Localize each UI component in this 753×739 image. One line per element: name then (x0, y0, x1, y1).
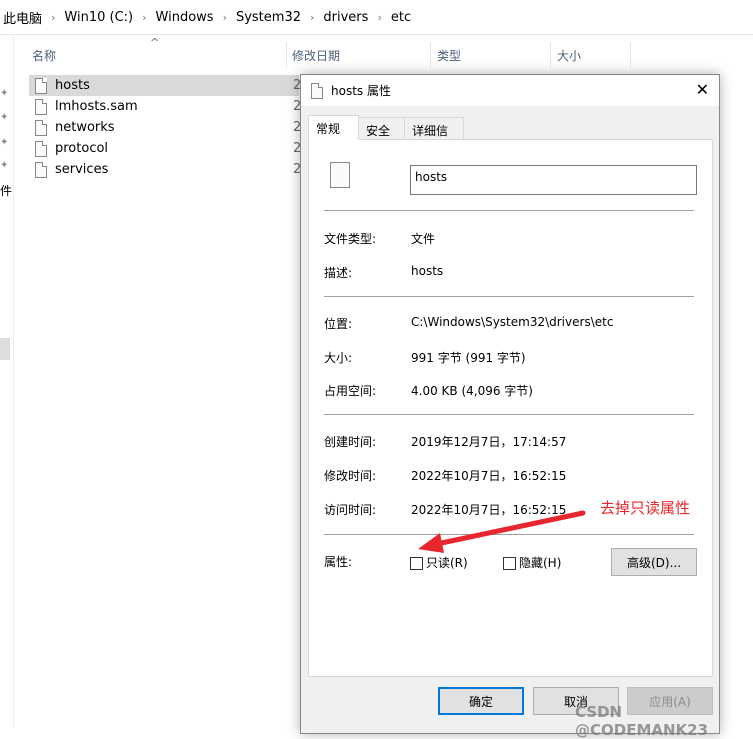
chevron-right-icon: › (222, 10, 227, 24)
file-name: protocol (55, 141, 109, 156)
chevron-right-icon: › (310, 10, 315, 24)
dialog-titlebar[interactable]: hosts 属性 ✕ (301, 75, 719, 106)
size-value: 991 字节 (991 字节) (411, 351, 526, 365)
column-divider[interactable] (550, 42, 551, 68)
size-on-disk-value: 4.00 KB (4,096 字节) (411, 384, 533, 398)
ok-button[interactable]: 确定 (438, 687, 524, 715)
modified-value: 2022年10月7日，16:52:15 (411, 469, 567, 483)
file-icon (35, 140, 47, 157)
tab-security[interactable]: 安全 (358, 117, 405, 139)
file-icon (35, 161, 47, 178)
chevron-right-icon: › (377, 10, 382, 24)
description-value: hosts (411, 264, 444, 278)
checkbox-box[interactable] (410, 557, 423, 570)
divider (324, 414, 694, 415)
location-label: 位置: (324, 317, 353, 331)
file-row[interactable]: networks 2 (29, 117, 301, 138)
file-icon (311, 82, 323, 99)
annotation-arrow (418, 510, 586, 553)
pin-icon: ✦ (0, 88, 9, 99)
file-name: hosts (55, 78, 90, 93)
file-icon (35, 77, 47, 94)
column-modified[interactable]: 修改日期 (292, 40, 340, 70)
breadcrumb-this-pc[interactable]: 此电脑 (3, 8, 42, 27)
nav-scroll-marker (0, 338, 10, 360)
column-divider[interactable] (630, 42, 631, 68)
breadcrumb-windows[interactable]: Windows (156, 10, 214, 25)
accessed-label: 访问时间: (324, 503, 377, 517)
close-icon[interactable]: ✕ (696, 80, 709, 99)
tab-details[interactable]: 详细信息 (404, 117, 464, 155)
created-value: 2019年12月7日，17:14:57 (411, 435, 567, 449)
chevron-right-icon: › (51, 10, 56, 24)
watermark: CSDN @CODEMANK23 (575, 703, 709, 739)
file-name: lmhosts.sam (55, 99, 138, 114)
sort-ascending-icon: ^ (150, 36, 160, 49)
file-type-label: 文件类型: (324, 232, 377, 246)
divider (324, 296, 694, 297)
location-value: C:\Windows\System32\drivers\etc (411, 315, 614, 329)
breadcrumb: 此电脑 › Win10 (C:) › Windows › System32 › driv… (0, 0, 753, 35)
file-type-value: 文件 (411, 232, 436, 246)
file-name: networks (55, 120, 115, 135)
breadcrumb-etc[interactable]: etc (391, 10, 411, 25)
readonly-checkbox[interactable]: 只读(R) (410, 554, 468, 571)
properties-dialog: hosts 属性 ✕ 常规 安全 详细信息 hosts 文件类型: 文件 描述:… (300, 74, 720, 734)
file-icon (35, 98, 47, 115)
readonly-label: 只读(R) (426, 556, 468, 570)
column-type[interactable]: 类型 (437, 40, 461, 70)
file-row[interactable]: lmhosts.sam 2 (29, 96, 301, 117)
chevron-right-icon: › (142, 10, 147, 24)
created-label: 创建时间: (324, 435, 377, 449)
pin-icon: ✦ (0, 112, 9, 123)
file-row[interactable]: services 2 (29, 159, 301, 180)
modified-label: 修改时间: (324, 469, 377, 483)
description-label: 描述: (324, 266, 353, 280)
breadcrumb-system32[interactable]: System32 (236, 10, 301, 25)
arrow-head (418, 533, 444, 553)
column-divider[interactable] (286, 42, 287, 68)
breadcrumb-drive[interactable]: Win10 (C:) (64, 10, 133, 25)
file-name: services (55, 162, 109, 177)
tab-general[interactable]: 常规 (308, 115, 359, 140)
column-name[interactable]: 名称 (32, 40, 56, 70)
hidden-checkbox[interactable]: 隐藏(H) (503, 554, 561, 571)
annotation-text: 去掉只读属性 (600, 499, 691, 517)
divider (324, 210, 694, 211)
advanced-button[interactable]: 高级(D)... (611, 548, 697, 576)
filename-input[interactable]: hosts (410, 165, 697, 195)
checkbox-box[interactable] (503, 557, 516, 570)
file-large-icon (330, 162, 350, 188)
size-on-disk-label: 占用空间: (324, 384, 377, 398)
column-divider[interactable] (430, 42, 431, 68)
pin-icon: ✦ (0, 137, 9, 148)
nav-item-label: 件 (0, 184, 13, 198)
file-icon (35, 119, 47, 136)
breadcrumb-drivers[interactable]: drivers (323, 10, 368, 25)
pin-icon: ✦ (0, 160, 9, 171)
general-panel: hosts 文件类型: 文件 描述: hosts 位置: C:\Windows\… (308, 139, 713, 677)
column-size[interactable]: 大小 (557, 40, 581, 70)
dialog-title: hosts 属性 (331, 84, 391, 98)
size-label: 大小: (324, 351, 353, 365)
attributes-label: 属性: (324, 555, 353, 569)
file-row[interactable]: protocol 2 (29, 138, 301, 159)
file-row[interactable]: hosts 2 (29, 75, 301, 96)
arrow-shaft (429, 510, 586, 548)
hidden-label: 隐藏(H) (519, 556, 562, 570)
